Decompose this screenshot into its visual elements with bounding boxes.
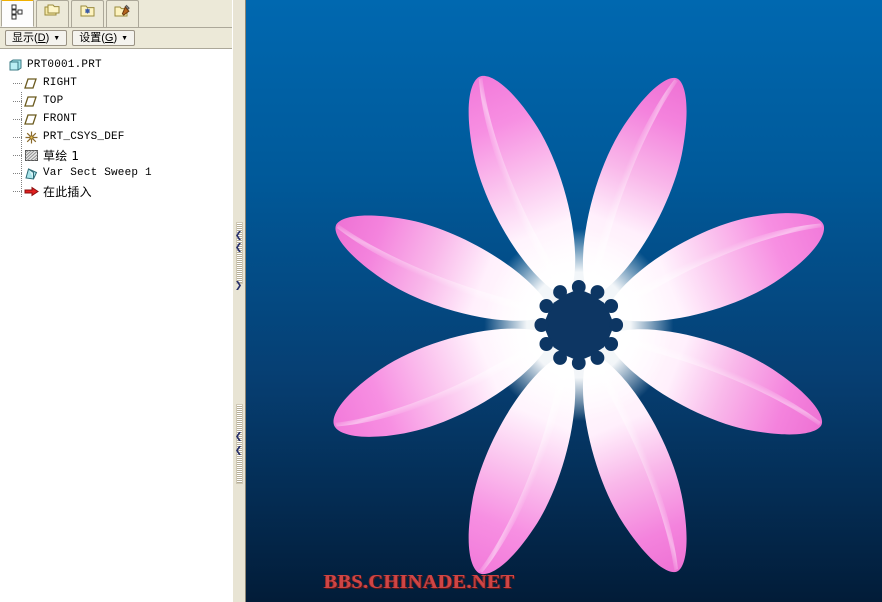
tree-item-label: Var Sect Sweep 1 <box>43 167 152 179</box>
model-tree-list: PRT0001.PRT RIGHT TOP FRONT PRT_CSYS_DEF… <box>0 50 232 602</box>
chevron-down-icon: ▼ <box>121 34 129 42</box>
watermark-text: BBS.CHINADE.NET <box>324 571 515 593</box>
coordinate-system-icon <box>24 130 39 145</box>
tree-root-item[interactable]: PRT0001.PRT <box>8 56 232 74</box>
datum-plane-icon <box>24 76 39 91</box>
chevron-down-icon: ▼ <box>53 34 61 42</box>
collapse-left-icon[interactable]: ❮ <box>234 432 243 442</box>
show-menu-button[interactable]: 显示 (D) ▼ <box>5 30 68 46</box>
tree-item-right[interactable]: RIGHT <box>8 74 232 92</box>
tree-item-front[interactable]: FRONT <box>8 110 232 128</box>
tree-item-sketch[interactable]: 草绘 1 <box>8 146 232 164</box>
tree-item-label: FRONT <box>43 113 78 125</box>
part-icon <box>8 58 23 73</box>
tree-item-prt-csys-def[interactable]: PRT_CSYS_DEF <box>8 128 232 146</box>
tab-favorites[interactable] <box>106 0 139 27</box>
tree-item-label: 在此插入 <box>43 184 92 199</box>
folder-star-icon <box>79 3 96 25</box>
tree-item-label: RIGHT <box>43 77 78 89</box>
navigator-panel: 显示 (D) ▼ 设置 (G) ▼ PRT0001.PRT RIGHT TOP … <box>0 0 232 602</box>
sweep-feature-icon <box>24 166 39 181</box>
tree-item-insert-here[interactable]: 在此插入 <box>8 182 232 200</box>
sketch-icon <box>24 148 39 163</box>
datum-plane-icon <box>24 112 39 127</box>
navigator-button-row: 显示 (D) ▼ 设置 (G) ▼ <box>0 28 232 49</box>
model-render <box>246 0 882 602</box>
expand-right-icon[interactable]: ❯ <box>234 281 243 291</box>
application-window: 显示 (D) ▼ 设置 (G) ▼ PRT0001.PRT RIGHT TOP … <box>0 0 882 602</box>
panel-splitter[interactable]: ❮ ❮ ❯ ❮ ❮ <box>232 0 246 602</box>
insert-here-arrow-icon <box>24 184 39 199</box>
tab-layer-tree[interactable] <box>36 0 69 27</box>
settings-menu-button[interactable]: 设置 (G) ▼ <box>72 30 136 46</box>
tree-item-label: 草绘 1 <box>43 148 80 163</box>
settings-menu-mnemonic: (G) <box>101 32 118 44</box>
collapse-left-icon[interactable]: ❮ <box>234 231 243 241</box>
folder-tool-icon <box>114 3 131 25</box>
tree-item-label: TOP <box>43 95 64 107</box>
graphics-viewport[interactable]: BBS.CHINADE.NET <box>246 0 882 602</box>
model-tree-icon <box>9 3 26 25</box>
collapse-left-icon[interactable]: ❮ <box>234 243 243 253</box>
model-tree-panel[interactable]: PRT0001.PRT RIGHT TOP FRONT PRT_CSYS_DEF… <box>0 49 232 602</box>
tree-root-label: PRT0001.PRT <box>27 59 102 71</box>
datum-plane-icon <box>24 94 39 109</box>
layers-folder-icon <box>44 3 61 25</box>
tab-model-tree[interactable] <box>1 0 34 27</box>
navigator-tab-strip <box>0 0 232 28</box>
tab-folder-browser[interactable] <box>71 0 104 27</box>
collapse-left-icon[interactable]: ❮ <box>234 446 243 456</box>
settings-menu-label: 设置 <box>79 32 102 44</box>
tree-children: RIGHT TOP FRONT PRT_CSYS_DEF 草绘 1 Var Se… <box>8 74 232 200</box>
splitter-grip-lower[interactable] <box>236 404 243 484</box>
show-menu-mnemonic: (D) <box>34 32 50 44</box>
tree-item-var-sect-sweep[interactable]: Var Sect Sweep 1 <box>8 164 232 182</box>
show-menu-label: 显示 <box>12 32 34 44</box>
tree-item-top[interactable]: TOP <box>8 92 232 110</box>
tree-item-label: PRT_CSYS_DEF <box>43 131 125 143</box>
